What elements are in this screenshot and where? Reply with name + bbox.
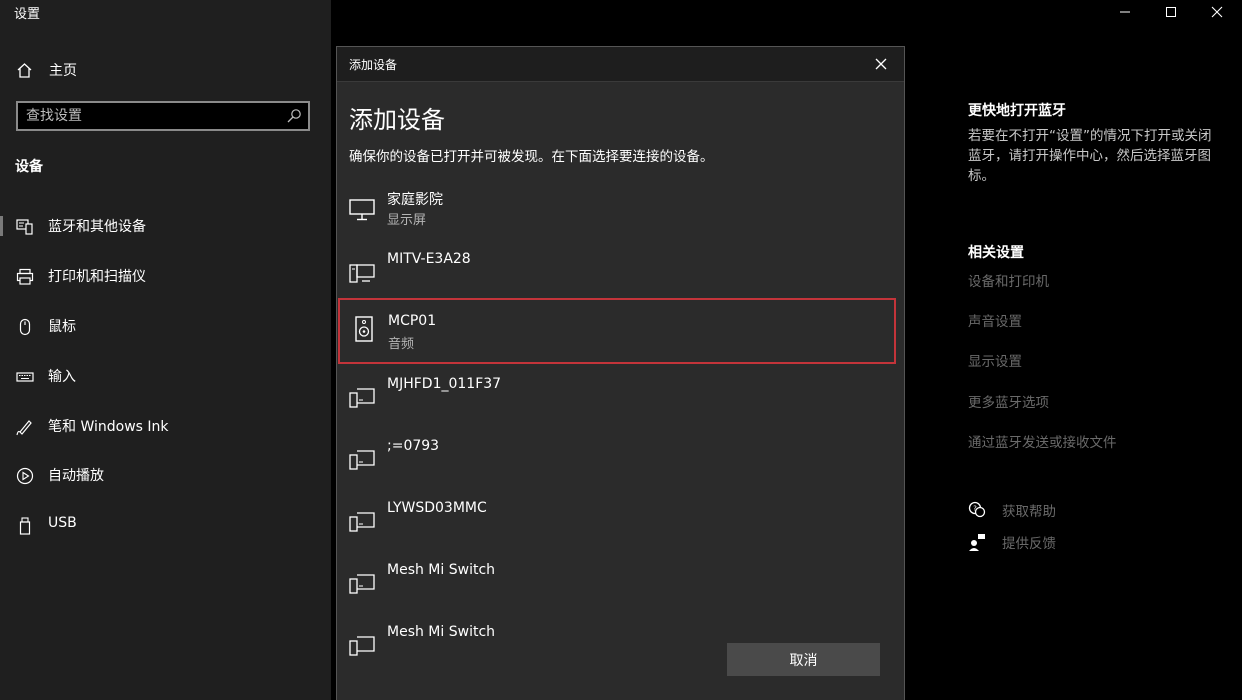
dialog-description: 确保你的设备已打开并可被发现。在下面选择要连接的设备。 — [349, 149, 714, 165]
device-item[interactable]: MJHFD1_011F37 — [337, 370, 904, 432]
device-name: LYWSD03MMC — [387, 500, 487, 516]
close-window-button[interactable] — [1194, 0, 1240, 24]
maximize-icon — [1166, 7, 1176, 17]
device-name: ;=0793 — [387, 438, 440, 454]
computer-devices-icon — [349, 264, 375, 283]
link-sound-settings[interactable]: 声音设置 — [968, 310, 1022, 330]
sidebar-item-label: 自动播放 — [48, 468, 104, 484]
generic-device-icon — [349, 450, 375, 470]
link-send-receive-bluetooth[interactable]: 通过蓝牙发送或接收文件 — [968, 431, 1117, 451]
device-name: MJHFD1_011F37 — [387, 376, 502, 392]
pen-icon — [16, 420, 32, 436]
home-link[interactable]: 主页 — [16, 58, 77, 82]
dialog-titlebar: 添加设备 — [337, 47, 904, 82]
sidebar-item-printers[interactable]: 打印机和扫描仪 — [0, 258, 331, 294]
device-item[interactable]: 家庭影院 显示屏 — [337, 183, 904, 245]
sidebar: 设置 主页 设备 蓝牙和其他设备 打印机和扫描仪 — [0, 0, 331, 700]
sidebar-item-mouse[interactable]: 鼠标 — [0, 308, 331, 344]
home-icon — [17, 62, 32, 78]
sidebar-item-bluetooth[interactable]: 蓝牙和其他设备 — [0, 208, 331, 244]
svg-text:?: ? — [973, 505, 977, 513]
speaker-icon — [355, 316, 373, 342]
bluetooth-devices-icon — [16, 219, 33, 235]
link-more-bluetooth-options[interactable]: 更多蓝牙选项 — [968, 391, 1049, 411]
selection-indicator — [0, 216, 3, 236]
link-devices-printers[interactable]: 设备和打印机 — [968, 270, 1049, 290]
app-title: 设置 — [14, 7, 41, 22]
get-help-label: 获取帮助 — [1002, 504, 1056, 520]
sidebar-item-label: 笔和 Windows Ink — [48, 419, 169, 435]
feedback-icon — [969, 534, 985, 551]
bluetooth-tip-title: 更快地打开蓝牙 — [968, 103, 1066, 119]
usb-icon — [19, 517, 31, 535]
generic-device-icon — [349, 574, 375, 594]
search-box[interactable] — [16, 101, 310, 131]
device-name: Mesh Mi Switch — [387, 624, 496, 640]
home-label: 主页 — [49, 63, 77, 79]
minimize-button[interactable] — [1102, 0, 1148, 24]
sidebar-item-autoplay[interactable]: 自动播放 — [0, 457, 331, 493]
mouse-icon — [19, 318, 31, 336]
related-settings-title: 相关设置 — [968, 245, 1024, 261]
cancel-button[interactable]: 取消 — [727, 643, 880, 676]
search-input[interactable] — [26, 106, 276, 126]
maximize-button[interactable] — [1148, 0, 1194, 24]
sidebar-item-label: 输入 — [48, 369, 76, 385]
sidebar-item-pen[interactable]: 笔和 Windows Ink — [0, 408, 331, 444]
device-type: 音频 — [388, 337, 415, 352]
help-chat-icon: ? — [968, 501, 986, 518]
sidebar-item-label: 打印机和扫描仪 — [48, 269, 146, 285]
generic-device-icon — [349, 512, 375, 532]
minimize-icon — [1120, 11, 1130, 13]
section-heading: 设备 — [15, 159, 43, 175]
sidebar-item-label: 蓝牙和其他设备 — [48, 219, 146, 235]
link-display-settings[interactable]: 显示设置 — [968, 350, 1022, 370]
printer-icon — [16, 268, 34, 285]
dialog-titlebar-text: 添加设备 — [349, 58, 398, 72]
device-type: 显示屏 — [387, 213, 427, 228]
device-name: Mesh Mi Switch — [387, 562, 496, 578]
dialog-heading: 添加设备 — [349, 106, 445, 134]
search-icon[interactable] — [286, 108, 302, 124]
device-item[interactable]: LYWSD03MMC — [337, 494, 904, 556]
sidebar-item-usb[interactable]: USB — [0, 507, 331, 543]
generic-device-icon — [349, 388, 375, 408]
device-name: 家庭影院 — [387, 192, 443, 208]
monitor-icon — [349, 199, 375, 221]
dialog-close-icon[interactable] — [872, 55, 890, 73]
device-item[interactable]: Mesh Mi Switch — [337, 556, 904, 618]
give-feedback-label: 提供反馈 — [1002, 536, 1056, 552]
device-name: MCP01 — [388, 313, 437, 329]
bluetooth-tip-text: 若要在不打开“设置”的情况下打开或关闭蓝牙，请打开操作中心，然后选择蓝牙图标。 — [968, 128, 1212, 184]
keyboard-icon — [16, 372, 34, 382]
device-name: MITV-E3A28 — [387, 251, 471, 267]
get-help-link[interactable]: ? 获取帮助 — [968, 499, 1056, 521]
close-icon — [1211, 6, 1223, 18]
sidebar-item-typing[interactable]: 输入 — [0, 358, 331, 394]
give-feedback-link[interactable]: 提供反馈 — [968, 531, 1056, 553]
device-item[interactable]: ;=0793 — [337, 432, 904, 494]
add-device-dialog: 添加设备 添加设备 确保你的设备已打开并可被发现。在下面选择要连接的设备。 家庭… — [336, 46, 905, 700]
device-item-highlighted[interactable]: MCP01 音频 — [338, 298, 896, 364]
sidebar-item-label: 鼠标 — [48, 319, 76, 335]
generic-device-icon — [349, 636, 375, 656]
sidebar-item-label: USB — [48, 515, 77, 531]
autoplay-icon — [16, 467, 34, 485]
